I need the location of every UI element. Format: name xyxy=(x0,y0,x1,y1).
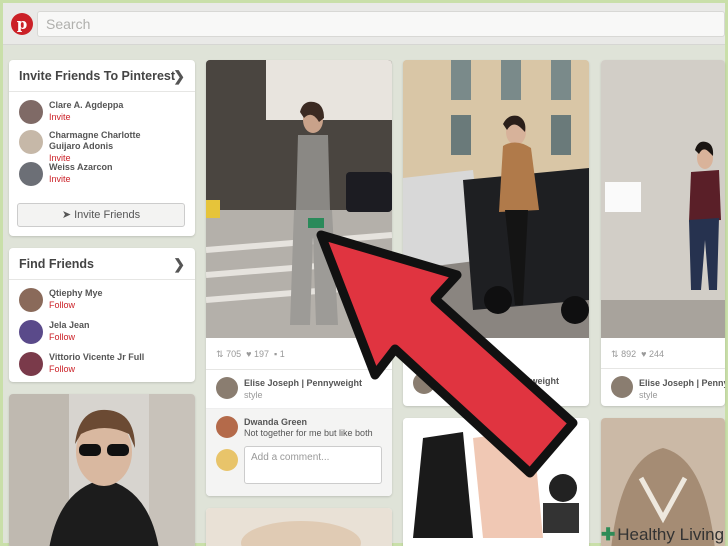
person-name: Clare A. Agdeppa xyxy=(49,100,124,110)
avatar xyxy=(19,130,43,154)
comment-input[interactable]: Add a comment... xyxy=(244,446,382,484)
avatar[interactable] xyxy=(611,376,633,398)
pin-stats: ⇅ 892 ♥ 244 xyxy=(611,349,664,359)
person-name: Weiss Azarcon xyxy=(49,162,113,172)
avatar[interactable] xyxy=(216,377,238,399)
pinner-name[interactable]: Elise Joseph | Pennyweight xyxy=(441,376,559,386)
board-name[interactable]: style xyxy=(441,388,460,398)
avatar xyxy=(216,449,238,471)
pin-card[interactable]: Elise Joseph | Pennyweight style xyxy=(403,60,589,406)
pin-image xyxy=(601,60,725,338)
plus-icon: ✚ xyxy=(601,525,616,544)
find-panel-header[interactable]: Find Friends ❯ xyxy=(9,248,195,280)
commenter-name[interactable]: Dwanda Green xyxy=(244,417,307,427)
invite-friends-button[interactable]: ➤ Invite Friends xyxy=(17,203,185,227)
person-name: Jela Jean xyxy=(49,320,90,330)
avatar xyxy=(19,100,43,124)
pin-image xyxy=(403,418,589,546)
invite-link[interactable]: Invite xyxy=(49,112,71,123)
comment-icon: ▪ xyxy=(274,349,278,359)
search-input[interactable]: Search xyxy=(37,11,725,37)
follow-link[interactable]: Follow xyxy=(49,364,75,375)
find-panel-title: Find Friends xyxy=(19,257,94,271)
pin-image xyxy=(403,60,589,338)
send-icon: ➤ xyxy=(61,209,72,221)
pin-image xyxy=(206,508,392,546)
pinterest-logo-icon[interactable]: p xyxy=(11,13,33,35)
pin-card[interactable] xyxy=(403,418,589,546)
person-name: Charmagne Charlotte xyxy=(49,130,141,140)
invite-friends-panel: Invite Friends To Pinterest ❯ Clare A. A… xyxy=(9,60,195,236)
person-name: Vittorio Vicente Jr Full xyxy=(49,352,145,362)
pin-card[interactable]: ⇅ 892 ♥ 244 Elise Joseph | Pennyweight s… xyxy=(601,60,725,406)
board-name[interactable]: style xyxy=(639,390,658,400)
healthy-living-watermark: ✚ Healthy Living xyxy=(601,525,725,544)
board-name[interactable]: style xyxy=(244,390,263,400)
repin-icon: ⇅ xyxy=(611,349,619,359)
find-friends-panel: Find Friends ❯ Qtiephy Mye Follow Jela J… xyxy=(9,248,195,382)
follow-link[interactable]: Follow xyxy=(49,300,75,311)
pin-stats: ⇅ 705 ♥ 197 ▪ 1 xyxy=(216,349,285,359)
pin-image xyxy=(9,394,195,546)
pin-card[interactable]: ⇅ 705 ♥ 197 ▪ 1 Elise Joseph | Pennyweig… xyxy=(206,60,392,496)
invite-panel-header[interactable]: Invite Friends To Pinterest ❯ xyxy=(9,60,195,92)
pin-card[interactable] xyxy=(9,394,195,546)
avatar xyxy=(19,288,43,312)
pinner-name[interactable]: Elise Joseph | Pennyweight xyxy=(244,378,362,388)
avatar xyxy=(19,320,43,344)
repin-icon: ⇅ xyxy=(216,349,224,359)
avatar xyxy=(19,352,43,376)
chevron-right-icon[interactable]: ❯ xyxy=(173,256,185,273)
invite-link[interactable]: Invite xyxy=(49,174,71,185)
invite-panel-title: Invite Friends To Pinterest xyxy=(19,69,176,83)
follow-link[interactable]: Follow xyxy=(49,332,75,343)
avatar[interactable] xyxy=(413,372,435,394)
avatar xyxy=(216,416,238,438)
heart-icon: ♥ xyxy=(246,349,252,359)
pinner-name[interactable]: Elise Joseph | Pennyweight xyxy=(639,378,725,388)
person-name: Qtiephy Mye xyxy=(49,288,103,298)
comment-text: Not together for me but like both xyxy=(244,428,373,438)
person-name-line2: Guijaro Adonis xyxy=(49,141,114,151)
divider xyxy=(206,369,392,370)
pin-card[interactable] xyxy=(206,508,392,546)
chevron-right-icon[interactable]: ❯ xyxy=(173,68,185,85)
top-bar: p Search xyxy=(3,3,725,45)
avatar xyxy=(19,162,43,186)
pin-image xyxy=(206,60,392,338)
heart-icon: ♥ xyxy=(641,349,647,359)
divider xyxy=(601,368,725,369)
